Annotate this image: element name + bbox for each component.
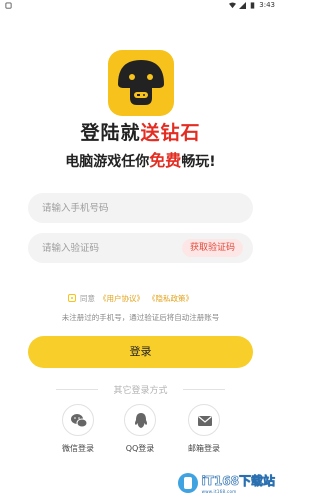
qq-icon [135,413,147,428]
user-agreement-link[interactable]: 《用户协议》 [99,293,144,304]
wifi-icon [229,1,237,8]
slogan-headline: 登陆就送钻石 [80,122,201,144]
watermark-logo-icon [177,473,198,493]
other-login-title: 其它登录方式 [0,383,281,396]
app-logo [108,50,174,116]
notification-icon [5,2,12,11]
mail-login-button[interactable]: 邮箱登录 [174,404,234,454]
qq-login-button[interactable]: QQ登录 [110,404,170,454]
code-field[interactable]: 获取验证码 [28,233,253,263]
status-icons: 3:43 [229,1,275,9]
mail-icon [198,416,212,426]
signal-icon [239,1,247,9]
site-watermark: iT168下载站 www.it168.com [177,472,275,494]
mushroom-gamepad-icon [118,60,164,105]
phone-field[interactable] [28,193,253,223]
status-bar: 3:43 [0,0,281,12]
battery-icon [251,1,255,9]
agreement-row: 同意 《用户协议》 《隐私政策》 [68,292,193,304]
get-code-button[interactable]: 获取验证码 [181,239,243,257]
wechat-icon [71,414,88,428]
status-time: 3:43 [259,1,275,9]
code-input[interactable] [42,233,172,263]
auto-register-hint: 未注册过的手机号，通过验证后将自动注册账号 [61,313,220,322]
wechat-login-button[interactable]: 微信登录 [48,404,108,454]
phone-input[interactable] [42,193,172,223]
agree-checkbox[interactable] [68,294,76,302]
slogan-subheadline: 电脑游戏任你免费畅玩! [65,151,216,170]
privacy-policy-link[interactable]: 《隐私政策》 [148,293,193,304]
login-button[interactable]: 登录 [28,336,253,368]
